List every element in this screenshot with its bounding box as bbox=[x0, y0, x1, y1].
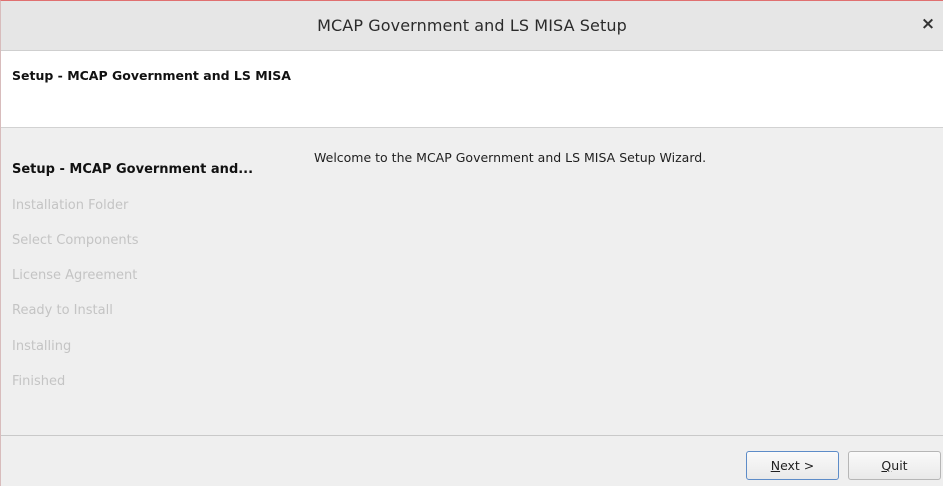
quit-mnemonic: Q bbox=[881, 458, 892, 473]
footer-divider bbox=[1, 435, 943, 436]
next-button[interactable]: Next > bbox=[746, 451, 839, 480]
step-setup: Setup - MCAP Government and... bbox=[12, 162, 254, 177]
wizard-steps-list: Setup - MCAP Government and... Installat… bbox=[1, 128, 291, 434]
setup-window: MCAP Government and LS MISA Setup × Setu… bbox=[0, 0, 943, 486]
quit-button[interactable]: Quit bbox=[848, 451, 941, 480]
step-installing: Installing bbox=[12, 339, 72, 354]
step-finished: Finished bbox=[12, 374, 66, 389]
step-ready-to-install: Ready to Install bbox=[12, 303, 113, 318]
next-label: ext > bbox=[780, 458, 815, 473]
welcome-message: Welcome to the MCAP Government and LS MI… bbox=[314, 150, 707, 165]
step-installation-folder: Installation Folder bbox=[12, 198, 129, 213]
step-license-agreement: License Agreement bbox=[12, 268, 138, 283]
next-mnemonic: N bbox=[770, 458, 781, 473]
quit-label: uit bbox=[891, 458, 908, 473]
wizard-header: Setup - MCAP Government and LS MISA bbox=[1, 51, 943, 128]
close-icon[interactable]: × bbox=[919, 14, 937, 34]
step-select-components: Select Components bbox=[12, 233, 139, 248]
page-heading: Setup - MCAP Government and LS MISA bbox=[12, 68, 291, 83]
window-title: MCAP Government and LS MISA Setup bbox=[317, 16, 627, 35]
title-bar[interactable]: MCAP Government and LS MISA Setup × bbox=[1, 1, 943, 51]
